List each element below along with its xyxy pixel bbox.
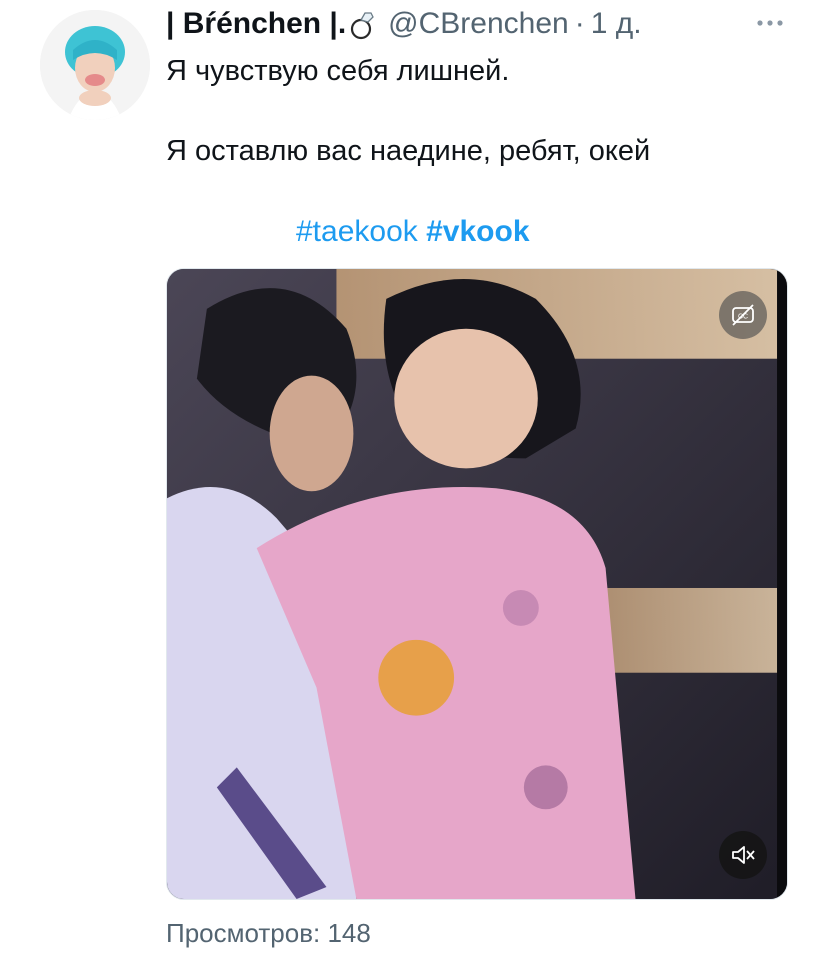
hashtags: #taekook #vkook (296, 213, 530, 251)
view-count: Просмотров: 148 (166, 918, 371, 948)
hashtag-link[interactable]: #taekook (296, 215, 418, 248)
tweet-header: | Bŕénchen |. @CBrenchen · 1 д. (166, 6, 642, 42)
tweet-line: Я чувствую себя лишней. (166, 55, 510, 87)
separator-dot: · (574, 7, 585, 40)
more-dots-icon (757, 20, 783, 26)
display-name[interactable]: | Bŕénchen |. (166, 6, 346, 42)
speaker-muted-icon (732, 846, 755, 864)
captions-button[interactable]: CC (719, 291, 767, 339)
video-player[interactable]: CC (166, 268, 788, 900)
mute-toggle-button[interactable] (719, 831, 767, 879)
more-options-button[interactable] (752, 10, 788, 36)
tweet-line: Я оставлю вас наедине, ребят, окей (166, 135, 651, 167)
avatar[interactable] (40, 10, 150, 120)
video-frame (167, 269, 787, 899)
avatar-image (40, 10, 150, 120)
user-handle[interactable]: @CBrenchen (388, 6, 569, 42)
ring-icon (348, 8, 378, 40)
hashtag-link[interactable]: #vkook (426, 215, 529, 248)
timestamp[interactable]: 1 д. (591, 6, 642, 42)
closed-captions-off-icon: CC (732, 304, 754, 326)
